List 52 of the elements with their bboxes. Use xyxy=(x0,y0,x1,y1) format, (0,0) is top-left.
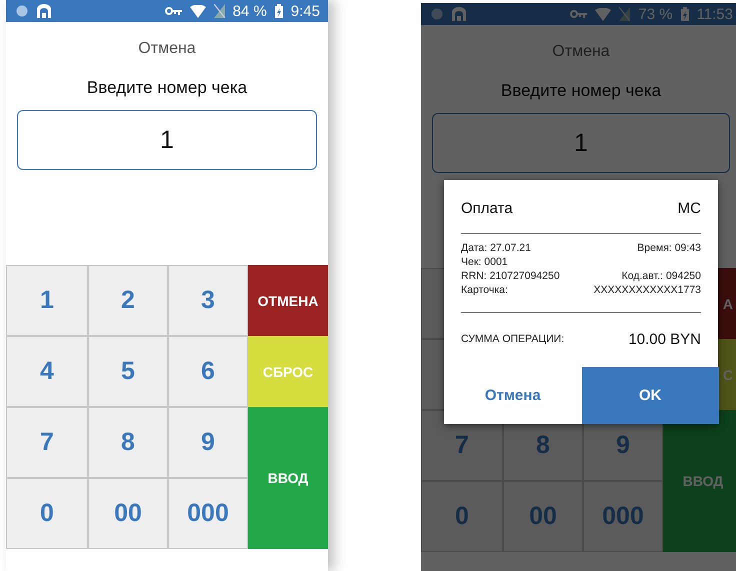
keypad-key[interactable]: 3 xyxy=(168,265,248,336)
keypad-key[interactable]: 8 xyxy=(88,407,168,478)
ok-button[interactable]: OK xyxy=(582,367,719,424)
total-amount: 10.00 BYN xyxy=(628,330,701,348)
keypad-key[interactable]: 0 xyxy=(6,478,88,549)
keypad-key[interactable]: 6 xyxy=(168,336,248,407)
detail-label: RRN: 210727094250 xyxy=(461,269,560,283)
keypad-key[interactable]: 7 xyxy=(6,407,88,478)
detail-value: Время: 09:43 xyxy=(637,241,701,255)
battery-charging-icon xyxy=(274,4,283,18)
notification-dot-icon xyxy=(16,5,28,17)
keypad-key[interactable]: 00 xyxy=(88,478,168,549)
no-sim-icon xyxy=(214,4,225,18)
dialog-title: Оплата xyxy=(461,200,513,219)
detail-label: Чек: 0001 xyxy=(461,255,508,269)
battery-level: 84 % xyxy=(232,2,267,20)
clock-time: 9:45 xyxy=(290,2,320,20)
battery-level: 73 % xyxy=(638,6,673,22)
detail-label: Дата: 27.07.21 xyxy=(461,241,531,255)
keypad-key[interactable]: 9 xyxy=(168,407,248,478)
key-icon xyxy=(164,7,182,15)
arch-logo-icon xyxy=(36,4,52,18)
total-label: СУММА ОПЕРАЦИИ: xyxy=(461,333,564,345)
receipt-number-field[interactable]: 1 xyxy=(432,113,730,173)
keypad-key[interactable]: 0 xyxy=(421,481,503,552)
keypad-key[interactable]: 000 xyxy=(583,481,663,552)
wifi-icon xyxy=(190,4,206,18)
card-type: MC xyxy=(678,200,701,219)
keypad-key[interactable]: 5 xyxy=(88,336,168,407)
prompt-text: Введите номер чека xyxy=(500,81,662,101)
key-icon xyxy=(570,10,588,18)
arch-logo-icon xyxy=(451,7,467,21)
detail-value: XXXXXXXXXXXX1773 xyxy=(594,283,701,297)
receipt-number-field[interactable]: 1 xyxy=(17,110,317,170)
keypad-key[interactable]: 000 xyxy=(168,478,248,549)
detail-label: Карточка: xyxy=(461,283,508,297)
cancel-button[interactable]: Отмена xyxy=(444,367,582,424)
keypad-key[interactable]: 00 xyxy=(503,481,583,552)
cancel-link[interactable]: Отмена xyxy=(138,40,196,60)
battery-charging-icon xyxy=(680,7,689,21)
clock-time: 11:53 xyxy=(696,6,733,22)
cancel-key[interactable]: ОТМЕНА xyxy=(248,265,328,336)
enter-key[interactable]: ВВОД xyxy=(248,407,328,549)
wifi-icon xyxy=(595,8,612,20)
no-sim-icon xyxy=(619,7,630,21)
keypad-key[interactable]: 1 xyxy=(6,265,88,336)
prompt-text: Введите номер чека xyxy=(86,78,248,98)
keypad-key[interactable]: 4 xyxy=(6,336,88,407)
cancel-link[interactable]: Отмена xyxy=(552,43,610,63)
detail-value: Код.авт.: 094250 xyxy=(622,269,701,283)
keypad-key[interactable]: 2 xyxy=(88,265,168,336)
notification-dot-icon xyxy=(431,8,443,20)
